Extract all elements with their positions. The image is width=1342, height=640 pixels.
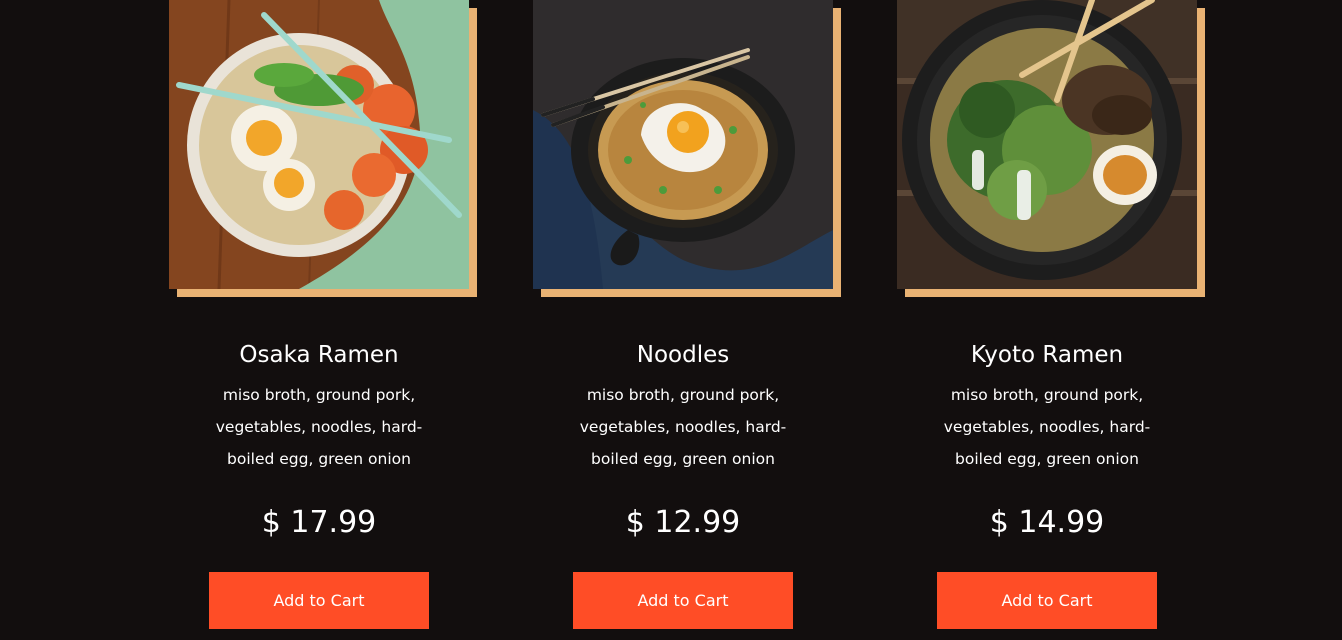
product-card-osaka-ramen: Osaka Ramen miso broth, ground pork, veg… (169, 0, 477, 640)
product-card-kyoto-ramen: Kyoto Ramen miso broth, ground pork, veg… (897, 0, 1205, 640)
ramen-with-sprouts-photo[interactable] (897, 0, 1197, 289)
product-description: miso broth, ground pork, vegetables, noo… (943, 386, 1151, 468)
noodles-with-fried-egg-photo[interactable] (533, 0, 833, 289)
product-price: $ 17.99 (261, 505, 377, 540)
product-photo-frame (533, 0, 841, 297)
product-name: Osaka Ramen (239, 342, 399, 368)
product-price: $ 14.99 (989, 505, 1105, 540)
product-description: miso broth, ground pork, vegetables, noo… (579, 386, 787, 468)
add-to-cart-button[interactable]: Add to Cart (209, 572, 429, 629)
add-to-cart-button[interactable]: Add to Cart (573, 572, 793, 629)
product-menu: Osaka Ramen miso broth, ground pork, veg… (0, 0, 1342, 640)
product-photo-frame (897, 0, 1205, 297)
add-to-cart-button[interactable]: Add to Cart (937, 572, 1157, 629)
product-card-noodles: Noodles miso broth, ground pork, vegetab… (533, 0, 841, 640)
ramen-with-shrimp-photo[interactable] (169, 0, 469, 289)
product-name: Kyoto Ramen (970, 342, 1124, 368)
product-photo-frame (169, 0, 477, 297)
product-description: miso broth, ground pork, vegetables, noo… (215, 386, 423, 468)
product-name: Noodles (636, 342, 730, 368)
product-price: $ 12.99 (625, 505, 741, 540)
